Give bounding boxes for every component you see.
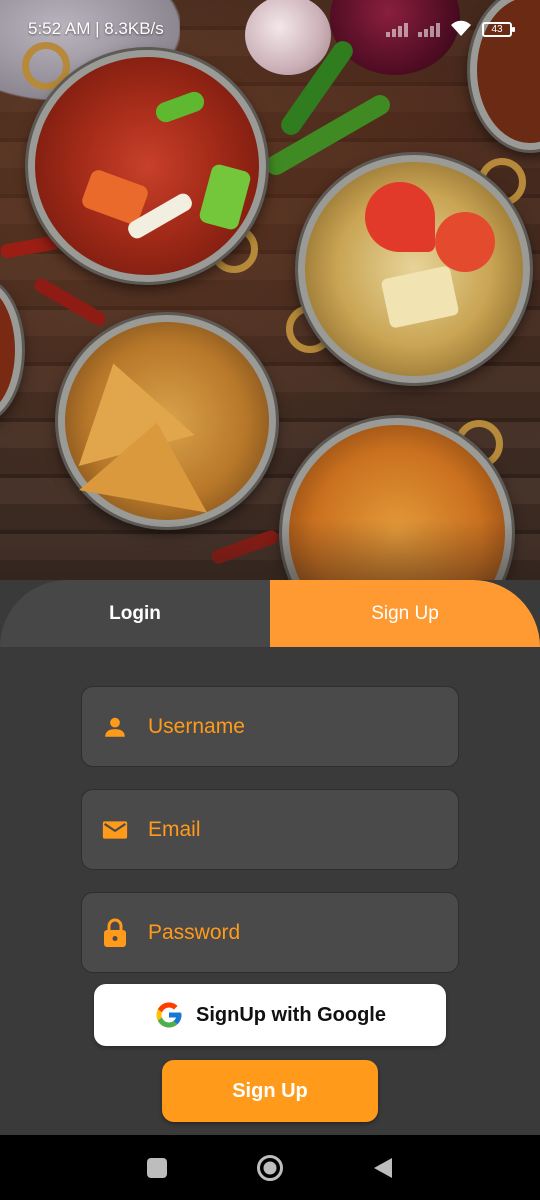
google-icon: [156, 1002, 182, 1028]
mail-icon: [102, 817, 128, 843]
chili-decoration: [31, 275, 109, 329]
recent-apps-icon: [146, 1157, 167, 1178]
paneer-bowl: [298, 155, 530, 383]
auth-panel: Login Sign Up Username Email Password Si…: [0, 580, 540, 1135]
chili-decoration: [0, 234, 61, 260]
username-placeholder: Username: [148, 714, 245, 738]
food-bowl: [0, 280, 22, 420]
status-time: 5:52 AM | 8.3KB/s: [28, 19, 164, 38]
wifi-icon: [451, 20, 471, 36]
auth-tabs: Login Sign Up: [0, 580, 540, 647]
signal-icon: [418, 21, 440, 37]
home-button[interactable]: [250, 1148, 290, 1188]
status-icons: 43: [386, 20, 515, 38]
back-icon: [374, 1157, 393, 1178]
password-field[interactable]: Password: [81, 892, 459, 973]
recent-apps-button[interactable]: [137, 1148, 177, 1188]
tab-signup[interactable]: Sign Up: [270, 580, 540, 647]
battery-icon: 43: [482, 21, 515, 37]
samosa-bowl: [55, 315, 276, 527]
system-nav-bar: [0, 1135, 540, 1200]
status-bar: 5:52 AM | 8.3KB/s 43: [0, 0, 540, 58]
tab-login[interactable]: Login: [0, 580, 270, 647]
chili-decoration: [209, 528, 281, 566]
curry-bowl: [28, 50, 266, 282]
hero-food-image: [0, 0, 540, 580]
battery-level: 43: [491, 23, 503, 35]
person-icon: [102, 714, 128, 740]
google-signup-label: SignUp with Google: [196, 1003, 386, 1026]
email-field[interactable]: Email: [81, 789, 459, 870]
username-field[interactable]: Username: [81, 686, 459, 767]
signup-submit-button[interactable]: Sign Up: [162, 1060, 378, 1122]
signal-icon: [386, 21, 408, 37]
lock-icon: [102, 918, 128, 947]
home-icon: [256, 1154, 283, 1181]
google-signup-button[interactable]: SignUp with Google: [94, 984, 446, 1046]
back-button[interactable]: [363, 1148, 403, 1188]
password-placeholder: Password: [148, 920, 241, 944]
email-placeholder: Email: [148, 817, 201, 841]
